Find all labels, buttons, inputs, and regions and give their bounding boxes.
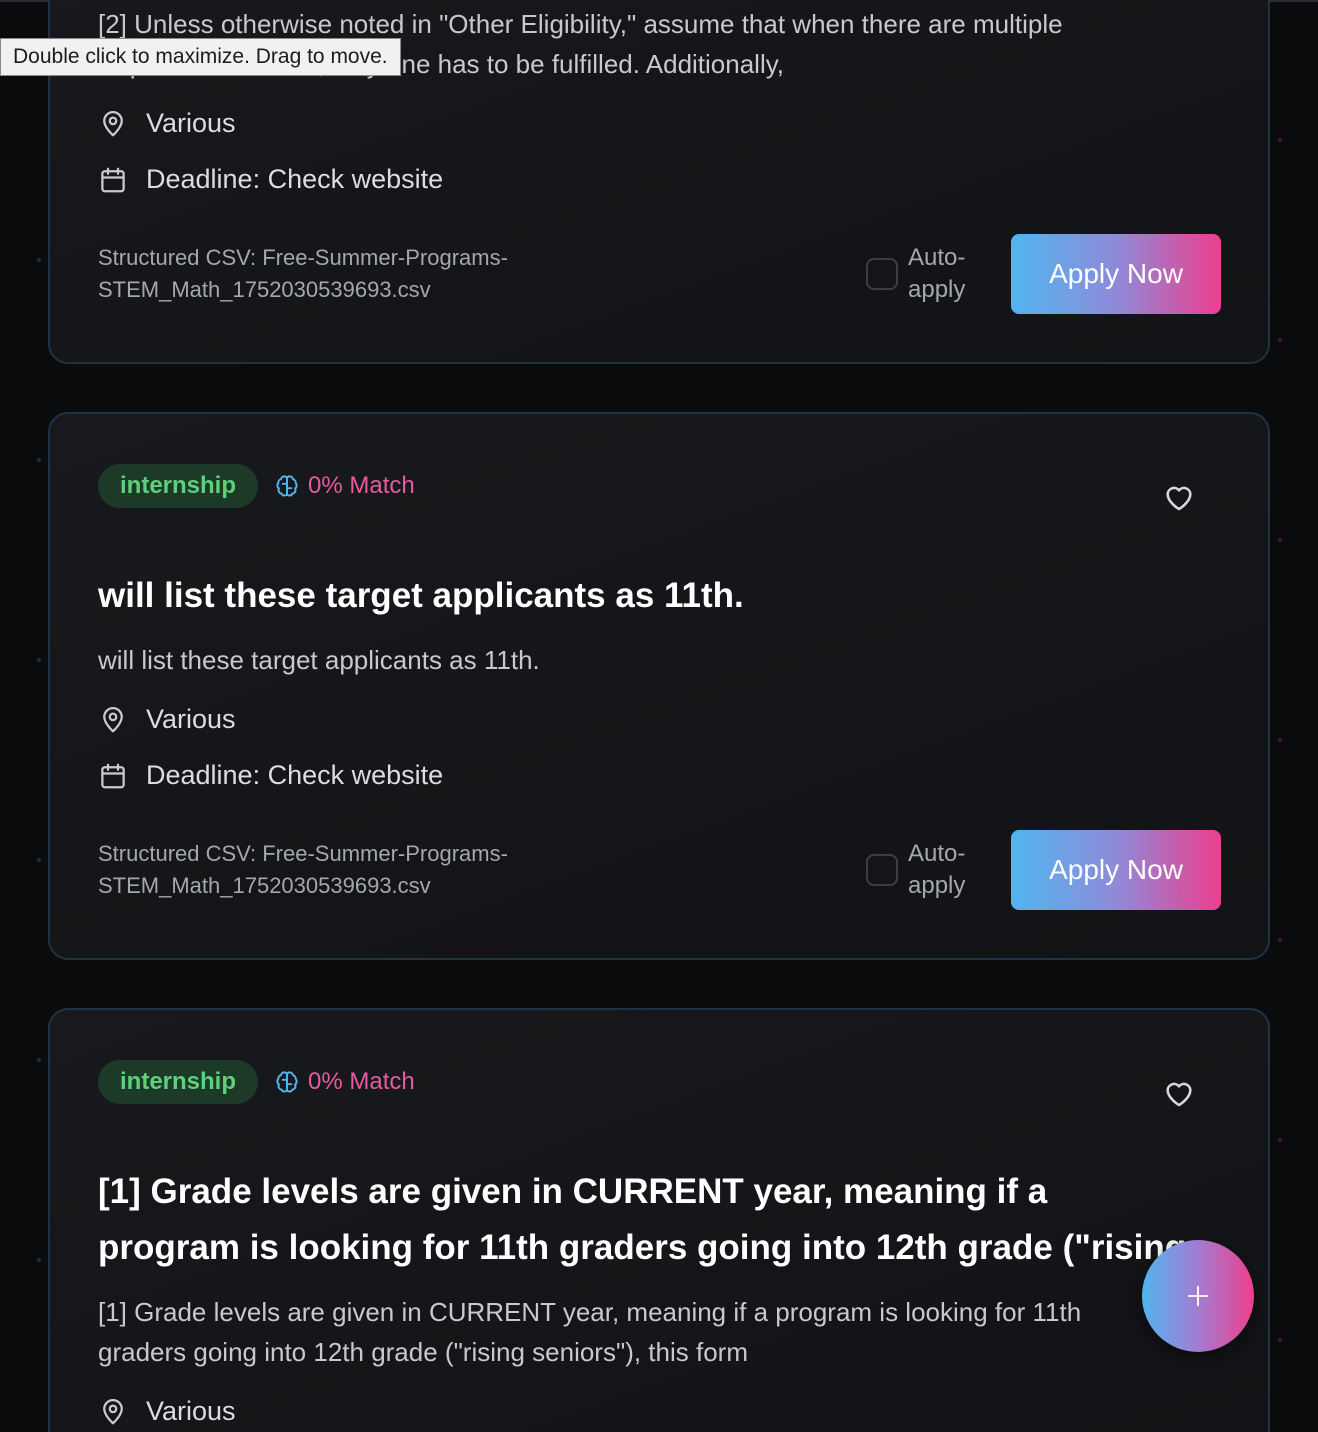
bg-dot bbox=[1278, 1138, 1282, 1142]
map-pin-icon bbox=[103, 706, 123, 732]
calendar-icon bbox=[101, 763, 125, 788]
deadline-text: Deadline: Check website bbox=[146, 164, 444, 194]
category-tag: internship bbox=[98, 464, 259, 508]
bg-dot bbox=[37, 1258, 41, 1262]
location-text: Various bbox=[146, 1396, 236, 1426]
map-pin-icon bbox=[103, 110, 123, 136]
brain-icon bbox=[276, 1071, 298, 1093]
bg-dot bbox=[1278, 538, 1282, 542]
card-description-line: graders going into 12th grade ("rising s… bbox=[98, 1337, 748, 1367]
heart-icon[interactable] bbox=[1162, 1076, 1196, 1110]
auto-apply-label-line: Auto- bbox=[908, 840, 966, 867]
card-title-line: program is looking for 11th graders goin… bbox=[98, 1228, 1188, 1267]
card-title-line: [1] Grade levels are given in CURRENT ye… bbox=[98, 1172, 1048, 1211]
location-row: Various bbox=[98, 108, 236, 139]
match-score: 0% Match bbox=[274, 472, 415, 500]
deadline-text: Deadline: Check website bbox=[146, 760, 444, 790]
bg-dot bbox=[37, 658, 41, 662]
heart-icon[interactable] bbox=[1162, 480, 1196, 514]
add-button[interactable] bbox=[1142, 1240, 1254, 1352]
card-description: [1] Grade levels are given in CURRENT ye… bbox=[98, 1292, 1148, 1372]
auto-apply-label: Auto- apply bbox=[908, 838, 978, 902]
opportunity-card: internship 0% Match [1] Grade levels are… bbox=[48, 1008, 1270, 1432]
auto-apply-checkbox[interactable] bbox=[866, 854, 898, 886]
deadline-row: Deadline: Check website bbox=[98, 760, 443, 791]
source-line: STEM_Math_1752030539693.csv bbox=[98, 277, 431, 302]
match-text: 0% Match bbox=[308, 472, 415, 499]
bg-dot bbox=[1278, 738, 1282, 742]
card-tags: internship 0% Match bbox=[98, 1058, 415, 1106]
bg-dot bbox=[37, 458, 41, 462]
bg-dot bbox=[37, 258, 41, 262]
bg-dot bbox=[1278, 938, 1282, 942]
auto-apply-label-line: apply bbox=[908, 872, 966, 899]
card-tags: internship 0% Match bbox=[98, 462, 415, 510]
bg-dot bbox=[37, 858, 41, 862]
location-row: Various bbox=[98, 704, 236, 735]
auto-apply-toggle[interactable]: Auto- apply bbox=[866, 242, 978, 306]
plus-icon bbox=[1187, 1285, 1209, 1307]
brain-icon bbox=[276, 475, 298, 497]
bg-dot bbox=[1278, 138, 1282, 142]
bg-dot bbox=[1278, 338, 1282, 342]
bg-dot bbox=[37, 1058, 41, 1062]
source-text: Structured CSV: Free-Summer-Programs- ST… bbox=[98, 838, 618, 902]
map-pin-icon bbox=[103, 1398, 123, 1424]
window-tooltip: Double click to maximize. Drag to move. bbox=[0, 38, 401, 76]
source-text: Structured CSV: Free-Summer-Programs- ST… bbox=[98, 242, 618, 306]
category-tag: internship bbox=[98, 1060, 259, 1104]
card-title: [1] Grade levels are given in CURRENT ye… bbox=[98, 1164, 1188, 1276]
calendar-icon bbox=[101, 167, 125, 192]
auto-apply-label: Auto- apply bbox=[908, 242, 978, 306]
card-description-line: [1] Grade levels are given in CURRENT ye… bbox=[98, 1297, 1082, 1327]
opportunity-card: internship 0% Match will list these targ… bbox=[48, 412, 1270, 960]
apply-now-button[interactable]: Apply Now bbox=[1011, 830, 1221, 910]
card-description: will list these target applicants as 11t… bbox=[98, 645, 540, 675]
apply-now-button[interactable]: Apply Now bbox=[1011, 234, 1221, 314]
auto-apply-label-line: apply bbox=[908, 276, 966, 303]
match-text: 0% Match bbox=[308, 1068, 415, 1095]
auto-apply-label-line: Auto- bbox=[908, 244, 966, 271]
source-line: Structured CSV: Free-Summer-Programs- bbox=[98, 841, 508, 866]
location-row: Various bbox=[98, 1396, 236, 1427]
location-text: Various bbox=[146, 704, 236, 734]
card-title: will list these target applicants as 11t… bbox=[98, 576, 744, 615]
source-line: STEM_Math_1752030539693.csv bbox=[98, 873, 431, 898]
auto-apply-checkbox[interactable] bbox=[866, 258, 898, 290]
auto-apply-toggle[interactable]: Auto- apply bbox=[866, 838, 978, 902]
deadline-row: Deadline: Check website bbox=[98, 164, 443, 195]
bg-dot bbox=[1278, 1338, 1282, 1342]
location-text: Various bbox=[146, 108, 236, 138]
source-line: Structured CSV: Free-Summer-Programs- bbox=[98, 245, 508, 270]
match-score: 0% Match bbox=[274, 1068, 415, 1096]
